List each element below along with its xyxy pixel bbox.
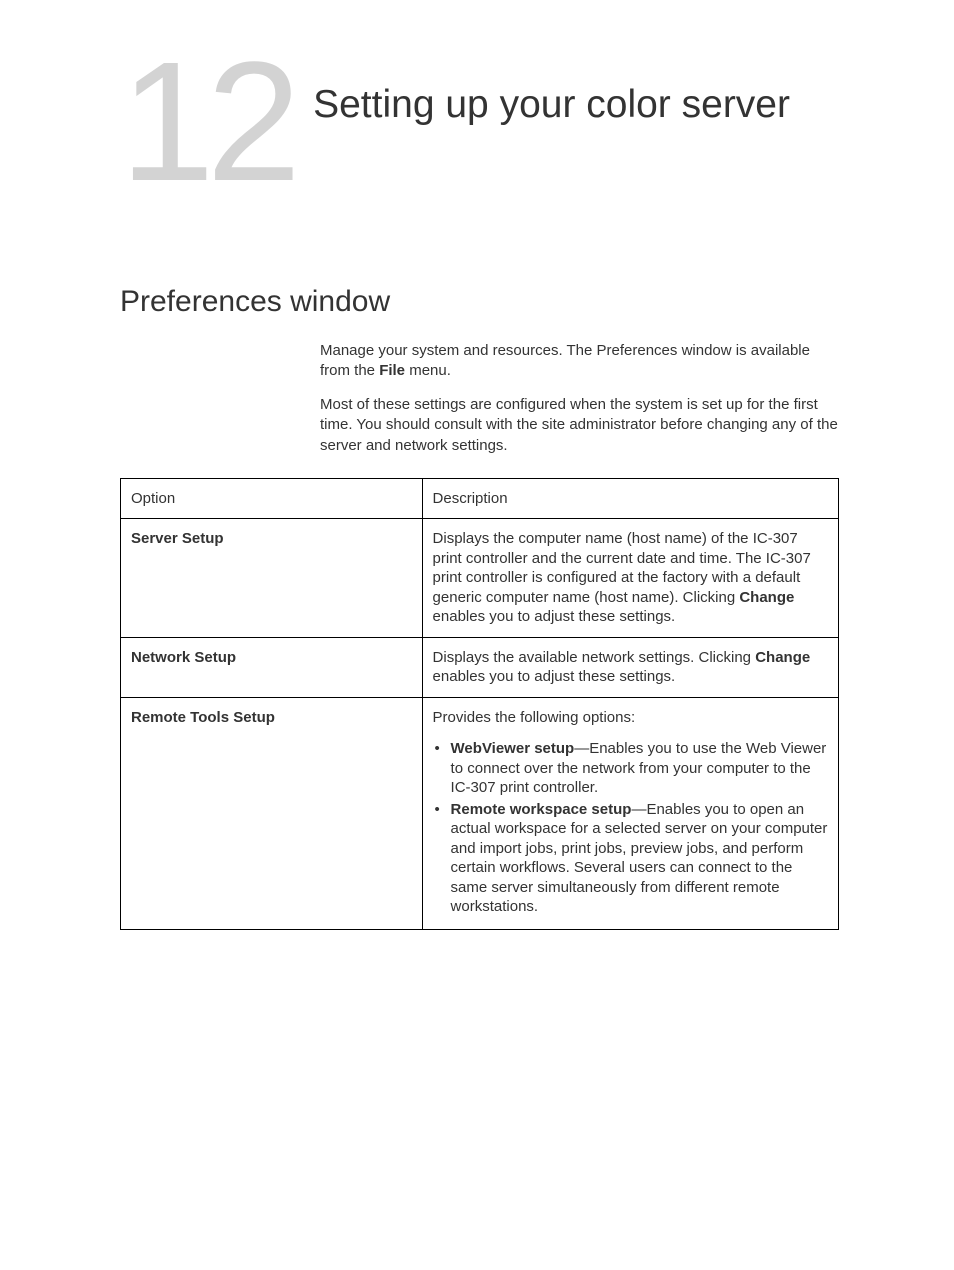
list-item: Remote workspace setup—Enables you to op…	[433, 800, 828, 917]
header-description: Description	[422, 478, 838, 519]
table-row: Network Setup Displays the available net…	[121, 637, 839, 697]
desc-text-b: enables you to adjust these settings.	[433, 608, 676, 625]
intro-block: Manage your system and resources. The Pr…	[320, 341, 839, 456]
option-server-setup: Server Setup	[131, 530, 224, 547]
option-remote-tools: Remote Tools Setup	[131, 709, 275, 726]
desc-text-b: enables you to adjust these settings.	[433, 668, 676, 685]
option-cell: Server Setup	[121, 519, 423, 638]
table-row: Remote Tools Setup Provides the followin…	[121, 697, 839, 929]
option-cell: Network Setup	[121, 637, 423, 697]
desc-bold: Change	[755, 649, 810, 666]
desc-text-a: Displays the available network settings.…	[433, 649, 756, 666]
option-cell: Remote Tools Setup	[121, 697, 423, 929]
header-option: Option	[121, 478, 423, 519]
preferences-table: Option Description Server Setup Displays…	[120, 478, 839, 930]
intro-paragraph-1: Manage your system and resources. The Pr…	[320, 341, 839, 382]
option-network-setup: Network Setup	[131, 649, 236, 666]
description-cell: Displays the computer name (host name) o…	[422, 519, 838, 638]
intro1-text-b: menu.	[405, 362, 451, 379]
chapter-header: 12 Setting up your color server	[120, 50, 839, 195]
intro1-bold: File	[379, 362, 405, 379]
list-item: WebViewer setup—Enables you to use the W…	[433, 739, 828, 798]
remote-tools-intro: Provides the following options:	[433, 708, 828, 728]
intro-paragraph-2: Most of these settings are configured wh…	[320, 395, 839, 456]
chapter-title: Setting up your color server	[313, 50, 790, 131]
item2-bold: Remote workspace setup	[451, 801, 632, 818]
document-page: 12 Setting up your color server Preferen…	[0, 0, 954, 930]
section-title: Preferences window	[120, 285, 839, 319]
item1-bold: WebViewer setup	[451, 740, 575, 757]
table-row: Server Setup Displays the computer name …	[121, 519, 839, 638]
chapter-number: 12	[120, 50, 293, 195]
remote-tools-list: WebViewer setup—Enables you to use the W…	[433, 739, 828, 917]
description-cell: Provides the following options: WebViewe…	[422, 697, 838, 929]
desc-bold: Change	[739, 589, 794, 606]
table-header-row: Option Description	[121, 478, 839, 519]
description-cell: Displays the available network settings.…	[422, 637, 838, 697]
